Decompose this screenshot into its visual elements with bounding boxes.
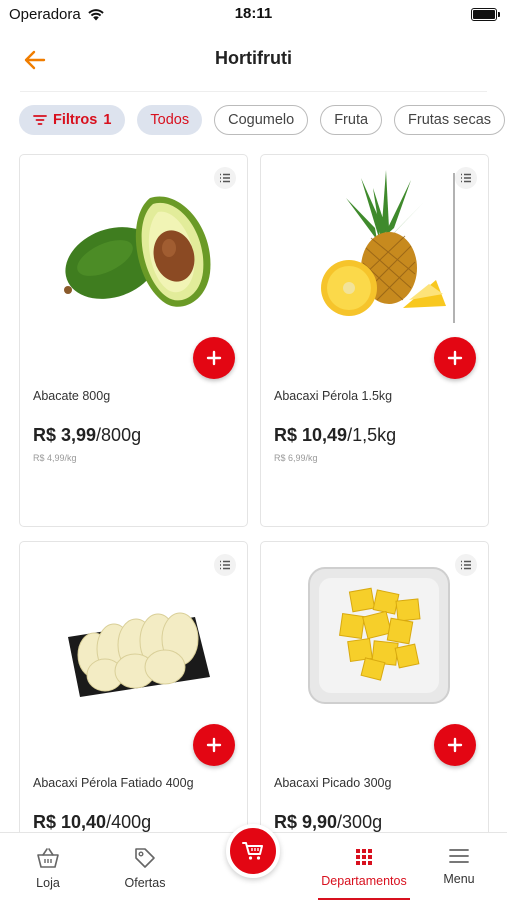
add-to-cart-button[interactable] (434, 724, 476, 766)
clock: 18:11 (234, 5, 273, 22)
product-image (20, 552, 249, 717)
product-name: Abacaxi Pérola Fatiado 400g (33, 776, 194, 790)
chip-cogumelo[interactable]: Cogumelo (214, 105, 309, 135)
unit-price: R$ 6,99/kg (274, 453, 318, 463)
nav-label-departamentos: Departamentos (321, 874, 407, 888)
tag-icon (135, 848, 155, 868)
plus-icon (206, 350, 222, 366)
add-to-cart-button[interactable] (193, 724, 235, 766)
cart-button[interactable] (226, 824, 280, 878)
filter-icon (33, 115, 47, 125)
chip-frutas-secas[interactable]: Frutas secas (394, 105, 506, 135)
plus-icon (206, 737, 222, 753)
cart-icon (242, 842, 263, 860)
avocado-image (63, 195, 210, 307)
nav-item-ofertas[interactable]: Ofertas (114, 833, 176, 900)
plus-icon (447, 350, 463, 366)
unit-price: R$ 4,99/kg (33, 453, 77, 463)
filters-count: 1 (103, 112, 112, 128)
nav-label-menu: Menu (443, 872, 475, 886)
header-divider (20, 91, 487, 92)
product-name: Abacaxi Picado 300g (274, 776, 392, 790)
add-to-cart-button[interactable] (434, 337, 476, 379)
product-price: R$ 9,90/300g (274, 812, 383, 832)
header: Hortifruti (0, 38, 507, 82)
sliced-pineapple-image (67, 612, 210, 697)
basket-icon (37, 848, 59, 868)
chip-fruta[interactable]: Fruta (320, 105, 383, 135)
product-image (261, 552, 490, 717)
product-image (20, 165, 249, 330)
product-card[interactable]: Abacate 800g R$ 3,99/800g R$ 4,99/kg (19, 154, 248, 527)
diced-pineapple-image (307, 566, 450, 704)
nav-item-menu[interactable]: Menu (436, 833, 482, 900)
product-name: Abacaxi Pérola 1.5kg (274, 389, 393, 403)
product-price: R$ 10,49/1,5kg (274, 425, 397, 445)
product-image (261, 165, 490, 330)
battery-icon (471, 8, 500, 21)
product-name: Abacate 800g (33, 389, 111, 403)
product-card[interactable]: Abacaxi Pérola 1.5kg R$ 10,49/1,5kg R$ 6… (260, 154, 489, 527)
nav-label-loja: Loja (36, 876, 60, 890)
pineapple-image (320, 169, 454, 323)
product-price: R$ 10,40/400g (33, 812, 152, 832)
filters-label: Filtros (53, 112, 98, 128)
plus-icon (447, 737, 463, 753)
nav-item-departamentos[interactable]: Departamentos (318, 833, 410, 900)
filter-chips: Filtros 1 Todos Cogumelo Fruta Frutas se… (19, 105, 507, 135)
chip-todos[interactable]: Todos (137, 105, 203, 135)
grid-icon (356, 849, 372, 865)
nav-item-loja[interactable]: Loja (18, 833, 78, 900)
product-price: R$ 3,99/800g (33, 425, 142, 445)
add-to-cart-button[interactable] (193, 337, 235, 379)
page-title: Hortifruti (215, 48, 292, 68)
status-bar: Operadora 18:11 (0, 0, 507, 30)
nav-label-ofertas: Ofertas (124, 876, 166, 890)
hamburger-icon (449, 849, 469, 863)
filters-chip[interactable]: Filtros 1 (19, 105, 126, 135)
